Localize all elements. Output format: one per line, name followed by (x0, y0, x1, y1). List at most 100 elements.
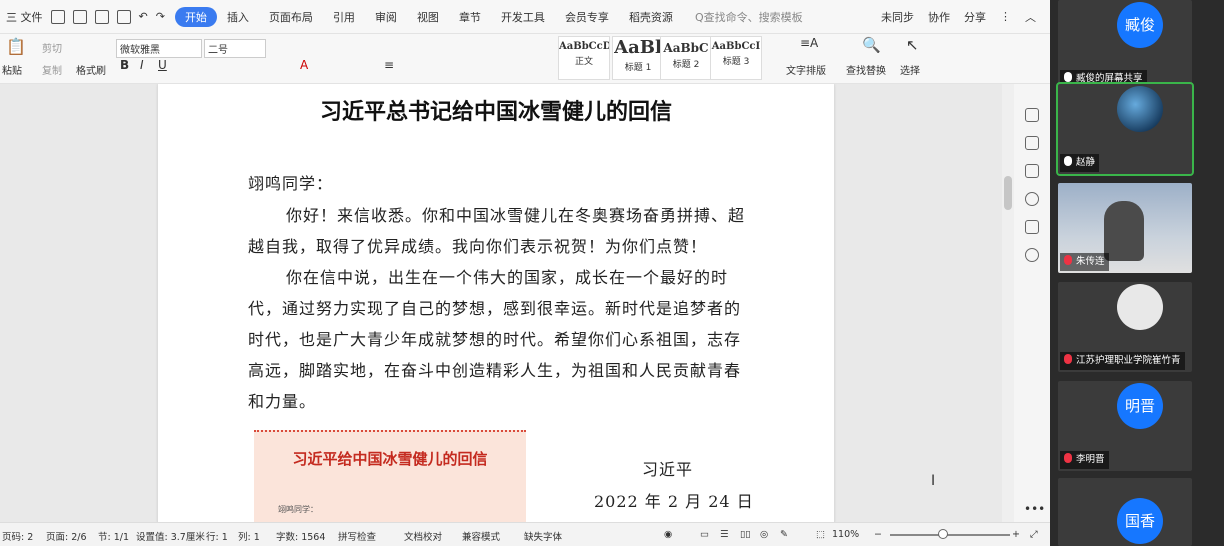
page-view-icon[interactable]: ▭ (700, 529, 709, 540)
print-icon[interactable] (94, 9, 109, 24)
zoom-in-icon[interactable]: + (1012, 529, 1020, 540)
participant-tile[interactable]: 国香 (1058, 478, 1192, 546)
help-icon[interactable] (1025, 192, 1039, 206)
undo-icon[interactable]: ↶ (139, 10, 148, 23)
fullscreen-icon[interactable]: ⤢ (1030, 529, 1038, 540)
italic-icon[interactable]: I (140, 58, 144, 72)
side-toolbar: ••• (1014, 84, 1050, 522)
text-layout-icon[interactable]: ≡A (800, 36, 818, 50)
participant-tile[interactable]: 江苏护理职业学院崔竹青 (1058, 282, 1192, 372)
scroll-thumb[interactable] (1004, 176, 1012, 210)
pointer-icon[interactable] (1025, 136, 1039, 150)
participant-tile[interactable]: 明晋 李明晋 (1058, 381, 1192, 471)
vertical-scrollbar[interactable] (1002, 84, 1014, 522)
participant-tile[interactable]: 朱传连 (1058, 183, 1192, 273)
zoom-slider[interactable] (890, 534, 1010, 536)
collapse-ribbon-icon[interactable]: ︿ (1025, 9, 1036, 25)
avatar-image (1117, 86, 1163, 132)
format-painter-button[interactable]: 格式刷 (76, 62, 106, 77)
font-color-icon[interactable]: A (300, 58, 308, 72)
status-bar: 页码: 2 页面: 2/6 节: 1/1 设置值: 3.7厘米 行: 1 列: … (0, 522, 1050, 546)
redo-icon[interactable]: ↷ (156, 10, 165, 23)
document-title: 习近平总书记给中国冰雪健儿的回信 (319, 100, 672, 125)
paste-button[interactable]: 粘贴 (2, 62, 22, 77)
meeting-participants-panel: 臧俊 臧俊的屏幕共享 赵静 朱传连 江苏护理职业学院崔竹青 明晋 李明晋 国香 (1050, 0, 1224, 546)
pen-mode-icon[interactable]: ✎ (780, 529, 788, 540)
style-heading-1[interactable]: AaBl 标题 1 (612, 36, 664, 80)
participant-name: 江苏护理职业学院崔竹青 (1060, 352, 1185, 370)
bold-icon[interactable]: B (120, 58, 129, 72)
save-icon[interactable] (50, 9, 65, 24)
pen-icon[interactable] (1025, 108, 1039, 122)
font-name-select[interactable]: 微软雅黑 (116, 39, 202, 58)
sync-status[interactable]: 未同步 (881, 9, 914, 25)
clipping-greeting: 翊鸣同学： (278, 505, 318, 514)
export-icon[interactable] (72, 9, 87, 24)
text-cursor-icon: I (931, 473, 936, 489)
command-search[interactable]: Q查找命令、搜索模板 (695, 9, 803, 25)
mic-muted-icon (1064, 255, 1072, 265)
status-pages[interactable]: 页面: 2/6 (46, 529, 87, 543)
participant-tile[interactable]: 赵静 (1056, 82, 1194, 176)
ribbon-home: 📋 粘贴 剪切 复制 格式刷 微软雅黑 二号 B I U A ≡ AaBbCcD… (0, 34, 1050, 84)
paste-icon[interactable]: 📋 (6, 37, 26, 56)
screen-share-icon (1064, 72, 1072, 82)
text-layout-button[interactable]: 文字排版 (786, 62, 826, 77)
status-word-count[interactable]: 字数: 1564 (276, 529, 325, 543)
paragraph-1: 你好！来信收悉。你和中国冰雪健儿在冬奥赛场奋勇拼搏、超越自我，取得了优异成绩。我… (248, 206, 746, 256)
more-tools-icon[interactable]: ••• (1024, 502, 1045, 516)
image-icon[interactable] (1025, 220, 1039, 234)
fit-page-icon[interactable]: ⬚ (816, 529, 825, 540)
style-normal[interactable]: AaBbCcDi 正文 (558, 36, 610, 80)
tab-developer[interactable]: 开发工具 (491, 9, 555, 25)
preview-icon[interactable] (116, 9, 131, 24)
document-page[interactable]: 习近平总书记给中国冰雪健儿的回信 翊鸣同学： 你好！来信收悉。你和中国冰雪健儿在… (158, 84, 834, 522)
status-section: 节: 1/1 (98, 532, 130, 543)
style-heading-2[interactable]: AaBbC 标题 2 (660, 36, 712, 80)
zoom-out-icon[interactable]: − (874, 529, 882, 540)
eye-icon[interactable]: ◉ (664, 529, 672, 540)
participant-tile[interactable]: 臧俊 臧俊的屏幕共享 (1058, 0, 1192, 90)
tab-view[interactable]: 视图 (407, 9, 449, 25)
location-icon[interactable] (1025, 248, 1039, 262)
copy-button[interactable]: 复制 (42, 62, 62, 77)
proofread-button[interactable]: 文档校对 (404, 529, 442, 543)
cut-button[interactable]: 剪切 (42, 40, 62, 55)
align-center-icon[interactable]: ≡ (384, 58, 394, 72)
tab-insert[interactable]: 插入 (217, 9, 259, 25)
compat-mode: 兼容模式 (462, 532, 501, 543)
tab-review[interactable]: 审阅 (365, 9, 407, 25)
document-workspace: 习近平总书记给中国冰雪健儿的回信 翊鸣同学： 你好！来信收悉。你和中国冰雪健儿在… (0, 84, 1050, 522)
underline-icon[interactable]: U (158, 58, 167, 72)
collab-button[interactable]: 协作 (928, 9, 950, 25)
tab-references[interactable]: 引用 (323, 9, 365, 25)
tab-home[interactable]: 开始 (174, 6, 217, 27)
settings-icon[interactable] (1025, 164, 1039, 178)
spell-check-button[interactable]: 拼写检查 (338, 529, 376, 543)
outline-view-icon[interactable]: ☰ (720, 529, 729, 540)
status-page-number: 页码: 2 (2, 532, 34, 543)
select-button[interactable]: 选择 (900, 62, 920, 77)
zoom-level[interactable]: 110% (832, 529, 859, 540)
web-view-icon[interactable]: ◎ (760, 529, 768, 540)
tab-member[interactable]: 会员专享 (555, 9, 619, 25)
font-size-select[interactable]: 二号 (204, 39, 266, 58)
reading-view-icon[interactable]: ▯▯ (740, 529, 750, 540)
find-replace-button[interactable]: 查找替换 (846, 62, 886, 77)
tab-docer[interactable]: 稻壳资源 (619, 9, 683, 25)
greeting: 翊鸣同学： (248, 174, 334, 193)
zoom-slider-handle[interactable] (938, 529, 948, 539)
style-heading-3[interactable]: AaBbCcI 标题 3 (710, 36, 762, 80)
select-cursor-icon[interactable]: ↖ (906, 36, 919, 54)
tab-page-layout[interactable]: 页面布局 (259, 9, 323, 25)
more-icon[interactable]: ⋮ (1000, 10, 1011, 23)
file-menu[interactable]: 三 文件 (6, 9, 43, 25)
share-button[interactable]: 分享 (964, 9, 986, 25)
tab-chapter[interactable]: 章节 (449, 9, 491, 25)
avatar: 国香 (1117, 498, 1163, 544)
search-icon[interactable]: 🔍 (862, 36, 881, 54)
mic-icon (1064, 156, 1072, 166)
participant-name: 李明晋 (1060, 451, 1109, 469)
missing-font-button[interactable]: 缺失字体 (524, 529, 562, 543)
status-row: 行: 1 (206, 532, 228, 543)
